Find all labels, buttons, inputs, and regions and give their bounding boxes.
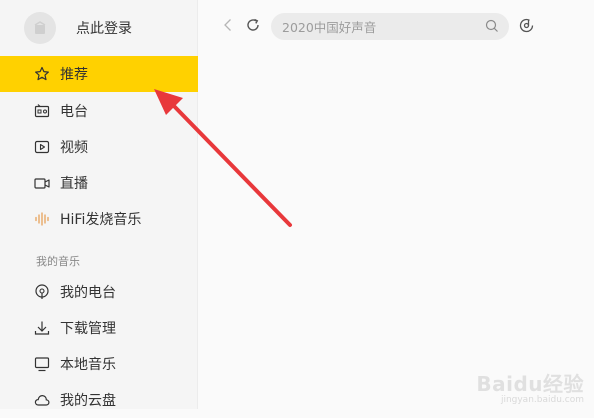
sidebar-item-downloads[interactable]: 下载管理 [0, 310, 198, 346]
sidebar-item-live[interactable]: 直播 [0, 165, 198, 201]
camera-icon [34, 178, 50, 189]
sidebar-item-label: 本地音乐 [60, 357, 116, 373]
sidebar-item-local-music[interactable]: 本地音乐 [0, 346, 198, 382]
sidebar-item-recommend[interactable]: 推荐 [0, 56, 198, 92]
music-recognition-button[interactable] [518, 17, 535, 38]
equalizer-icon [35, 212, 49, 226]
monitor-icon [34, 357, 50, 372]
download-icon [34, 321, 50, 335]
sidebar-item-label: 下载管理 [60, 321, 116, 337]
sidebar-item-hifi[interactable]: HiFi发烧音乐 [0, 201, 198, 237]
sidebar-item-label: 电台 [60, 104, 88, 120]
user-avatar-icon [34, 21, 46, 34]
sidebar-item-radio[interactable]: 电台 [0, 93, 198, 129]
star-icon [35, 66, 49, 81]
sidebar-item-label: 我的电台 [60, 285, 116, 301]
login-label[interactable]: 点此登录 [76, 18, 132, 38]
search-placeholder: 2020中国好声音 [282, 20, 377, 35]
sidebar-item-label: 我的云盘 [60, 393, 116, 409]
search-input[interactable]: 2020中国好声音 [271, 13, 509, 40]
watermark-logo: Baidu经验 [476, 372, 584, 396]
sidebar-item-video[interactable]: 视频 [0, 129, 198, 165]
cloud-icon [34, 395, 50, 406]
baidu-jingyan-watermark: Baidu经验 jingyan.baidu.com [476, 368, 584, 405]
music-recognition-icon [519, 18, 534, 33]
section-label-my-music: 我的音乐 [36, 255, 80, 268]
radio-icon [34, 104, 50, 118]
search-icon[interactable] [485, 19, 499, 33]
sidebar-item-label: 推荐 [60, 67, 88, 83]
back-button[interactable] [220, 17, 236, 37]
refresh-button[interactable] [245, 17, 261, 37]
login-area[interactable]: 点此登录 [24, 10, 132, 46]
podcast-icon [35, 284, 49, 299]
sidebar-item-cloud[interactable]: 我的云盘 [0, 382, 198, 418]
chevron-left-icon [224, 19, 231, 31]
sidebar-item-label: HiFi发烧音乐 [60, 212, 142, 228]
refresh-icon [247, 18, 259, 31]
sidebar-item-my-radio[interactable]: 我的电台 [0, 274, 198, 310]
sidebar-item-label: 视频 [60, 140, 88, 156]
video-icon [34, 140, 50, 154]
sidebar: 点此登录 推荐 电台 视频 直播 HiFi发烧音乐 我的音乐 我的电台 下载管理… [0, 0, 198, 409]
sidebar-item-label: 直播 [60, 176, 88, 192]
avatar[interactable] [24, 12, 56, 44]
